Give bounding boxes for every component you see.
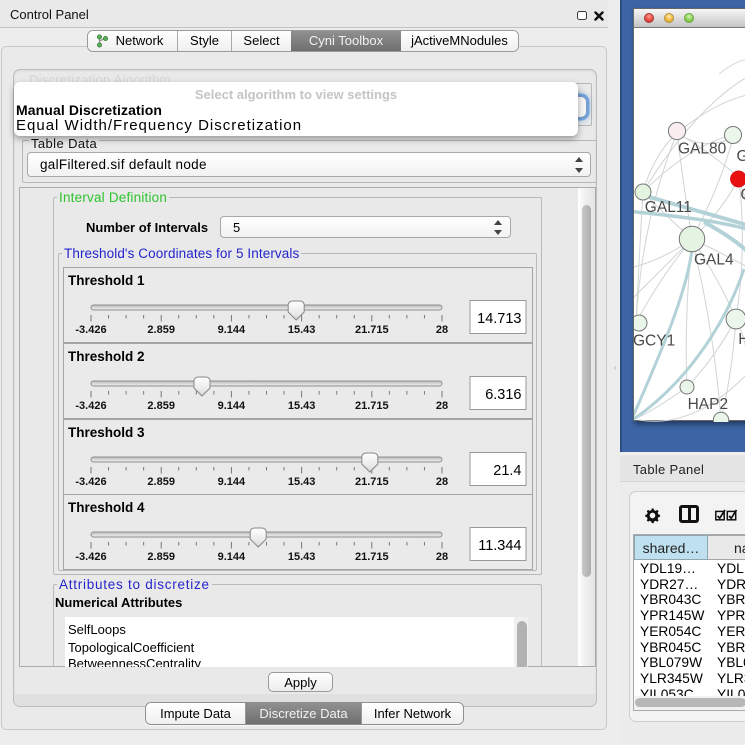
svg-text:2.859: 2.859	[147, 551, 175, 563]
svg-text:28: 28	[436, 476, 448, 488]
svg-text:Threshold 2: Threshold 2	[68, 349, 145, 364]
svg-text:2.859: 2.859	[147, 324, 175, 336]
svg-text:H: H	[738, 331, 745, 348]
svg-text:21.4: 21.4	[493, 463, 521, 479]
svg-text:28: 28	[436, 324, 448, 336]
svg-text:28: 28	[436, 551, 448, 563]
svg-text:GCY1: GCY1	[634, 333, 675, 350]
svg-text:21.715: 21.715	[355, 400, 389, 412]
svg-text:Threshold 4: Threshold 4	[68, 500, 145, 515]
svg-text:21.715: 21.715	[355, 551, 389, 563]
svg-text:-3.426: -3.426	[75, 476, 106, 488]
svg-text:15.43: 15.43	[288, 400, 316, 412]
svg-text:GAL4: GAL4	[694, 252, 734, 269]
svg-text:28: 28	[436, 400, 448, 412]
svg-text:11.344: 11.344	[478, 538, 521, 554]
svg-text:C: C	[740, 187, 745, 204]
svg-text:HAP2: HAP2	[688, 396, 729, 413]
svg-text:9.144: 9.144	[218, 476, 246, 488]
svg-text:6.316: 6.316	[485, 387, 521, 403]
svg-text:15.43: 15.43	[288, 476, 316, 488]
svg-text:9.144: 9.144	[218, 551, 246, 563]
svg-text:15.43: 15.43	[288, 324, 316, 336]
svg-text:2.859: 2.859	[147, 400, 175, 412]
svg-text:21.715: 21.715	[355, 476, 389, 488]
svg-text:Threshold 1: Threshold 1	[68, 273, 145, 288]
svg-text:21.715: 21.715	[355, 324, 389, 336]
svg-text:GAL11: GAL11	[645, 199, 692, 216]
svg-text:9.144: 9.144	[218, 400, 246, 412]
svg-text:2.859: 2.859	[147, 476, 175, 488]
svg-text:14.713: 14.713	[477, 311, 521, 327]
svg-text:GAL80: GAL80	[678, 141, 727, 158]
svg-text:-3.426: -3.426	[75, 551, 106, 563]
svg-text:9.144: 9.144	[218, 324, 246, 336]
svg-text:Threshold 3: Threshold 3	[68, 425, 145, 440]
svg-text:-3.426: -3.426	[75, 324, 106, 336]
svg-text:-3.426: -3.426	[75, 400, 106, 412]
svg-text:15.43: 15.43	[288, 551, 316, 563]
svg-text:G..: G..	[737, 148, 745, 165]
